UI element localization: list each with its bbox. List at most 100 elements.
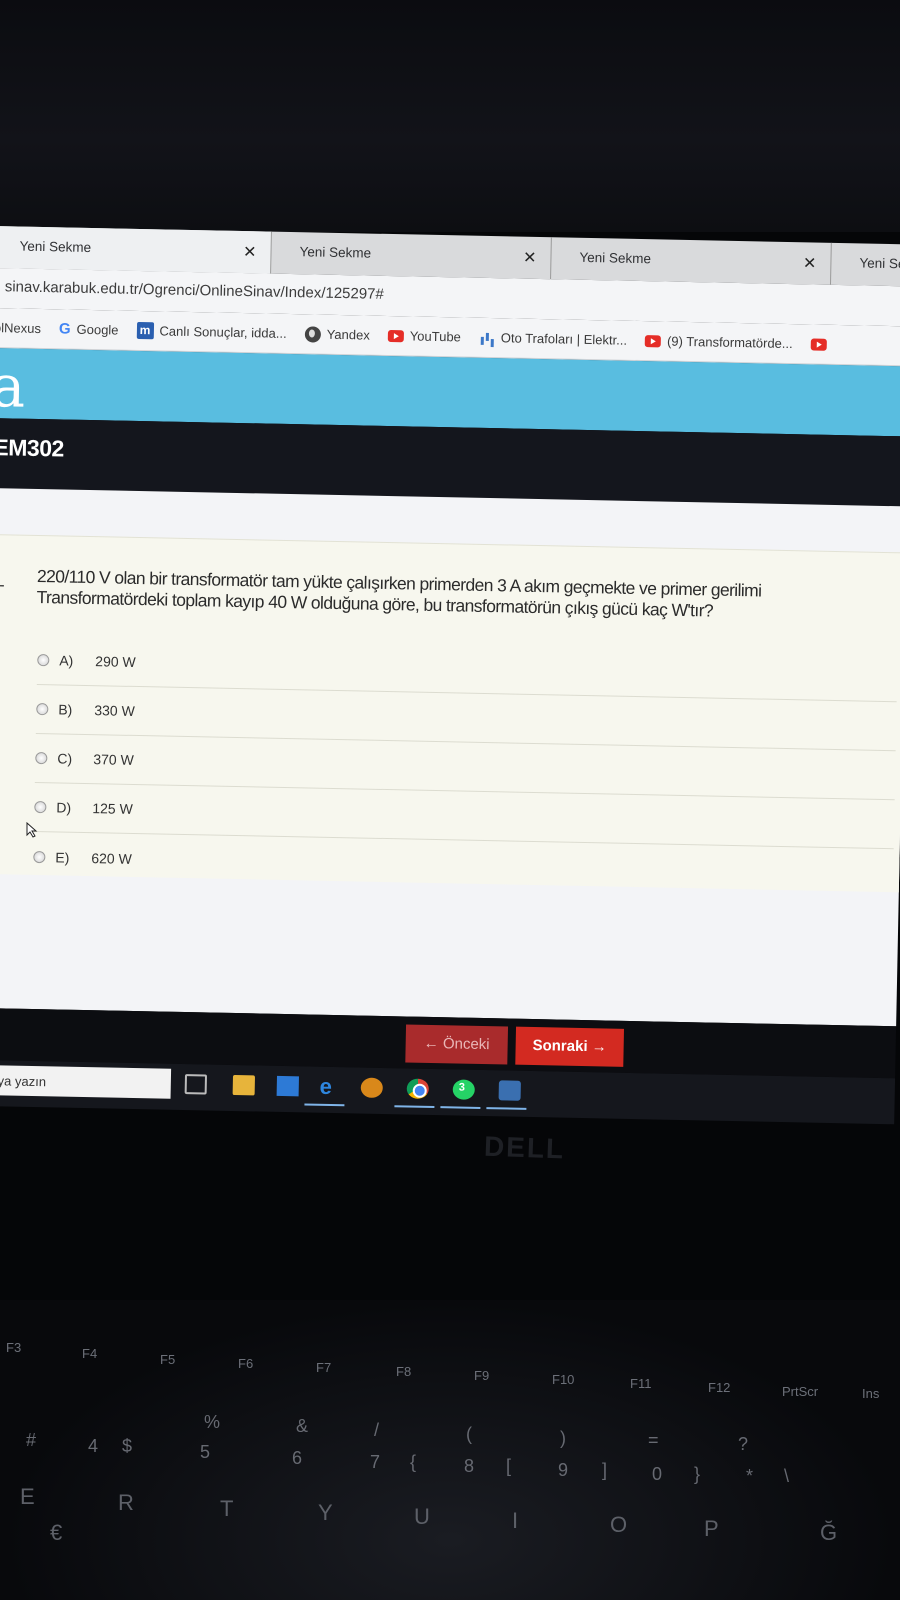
radio-button[interactable]: [35, 751, 48, 765]
bookmark-label: olNexus: [0, 320, 42, 337]
key-7-shift: /: [374, 1420, 380, 1440]
task-view-icon[interactable]: [184, 1074, 208, 1095]
option-letter: A): [59, 652, 74, 669]
youtube-icon: [644, 334, 662, 347]
key-f4: F4: [82, 1346, 98, 1361]
bookmark-youtube[interactable]: YouTube: [387, 328, 462, 345]
monitor-bezel: [0, 0, 900, 232]
key-6: 6: [292, 1448, 303, 1468]
next-button[interactable]: Sonraki →: [515, 1026, 625, 1067]
close-icon[interactable]: ✕: [243, 242, 257, 262]
key-f6: F6: [238, 1356, 254, 1371]
key-y: Y: [318, 1500, 333, 1525]
key-f11: F11: [630, 1376, 652, 1391]
key-o: O: [610, 1512, 628, 1537]
active-indicator: [394, 1105, 435, 1109]
dell-logo: DELL: [483, 1130, 566, 1165]
laptop-keyboard: F3 F4 F5 F6 F7 F8 F9 F10 F11 F12 PrtScr …: [0, 1300, 900, 1600]
key-f12: F12: [708, 1380, 731, 1395]
close-icon[interactable]: ✕: [523, 248, 537, 268]
key-9: 9: [558, 1460, 569, 1480]
previous-button[interactable]: ← Önceki: [405, 1024, 509, 1065]
chrome-icon[interactable]: [406, 1078, 429, 1099]
bookmark-label: (9) Transformatörde...: [666, 333, 793, 352]
radio-button[interactable]: [37, 653, 50, 667]
radio-button[interactable]: [34, 800, 47, 814]
question-panel: 1 - 220/110 V olan bir transformatör tam…: [0, 533, 900, 893]
key-star-shift: ?: [738, 1434, 749, 1454]
bookmark-yandex[interactable]: Yandex: [304, 325, 370, 343]
key-i: I: [512, 1508, 519, 1533]
app-icon[interactable]: [360, 1077, 383, 1099]
option-value: 370 W: [93, 751, 134, 768]
tab-1[interactable]: Yeni Sekme ✕: [0, 226, 272, 274]
key-0-shift: =: [648, 1430, 659, 1450]
course-code: IEM302: [0, 433, 65, 462]
tab-3[interactable]: Yeni Sekme ✕: [551, 237, 832, 285]
key-3: #: [26, 1430, 37, 1450]
key-8-altgr: [: [506, 1456, 512, 1476]
messenger-icon[interactable]: [498, 1080, 521, 1101]
bookmark-google[interactable]: G Google: [59, 320, 119, 338]
bookmark-olnexus[interactable]: olNexus: [0, 320, 41, 336]
question-text: 220/110 V olan bir transformatör tam yük…: [36, 566, 900, 626]
search-placeholder: uraya yazın: [0, 1072, 47, 1090]
chart-icon: [479, 330, 495, 344]
taskbar-search-input[interactable]: uraya yazın: [0, 1064, 172, 1099]
key-4: 4: [88, 1436, 99, 1456]
option-letter: B): [58, 701, 73, 718]
tab-4[interactable]: Yeni Se: [830, 242, 900, 287]
option-value: 330 W: [94, 702, 135, 719]
key-f3: F3: [6, 1340, 22, 1355]
radio-button[interactable]: [36, 702, 49, 716]
tab-label: Yeni Se: [859, 255, 900, 272]
site-logo: a: [0, 352, 27, 421]
option-value: 620 W: [91, 849, 132, 867]
mail-icon[interactable]: [276, 1075, 299, 1097]
edge-icon[interactable]: e: [315, 1074, 337, 1099]
key-f8: F8: [396, 1364, 412, 1379]
key-8: 8: [464, 1456, 475, 1476]
key-5: 5: [200, 1442, 211, 1462]
mackolik-icon: m: [136, 321, 154, 340]
close-icon[interactable]: ✕: [803, 253, 817, 273]
key-7: 7: [370, 1452, 381, 1472]
key-euro: €: [50, 1520, 63, 1545]
key-e: E: [20, 1484, 35, 1509]
radio-button[interactable]: [33, 850, 46, 863]
youtube-icon: [810, 337, 827, 351]
mouse-cursor-icon: [26, 822, 38, 838]
key-7-altgr: {: [410, 1452, 417, 1472]
bookmark-label: Google: [76, 321, 119, 338]
bookmark-label: YouTube: [409, 328, 462, 345]
option-letter: C): [57, 750, 73, 767]
active-indicator: [486, 1107, 527, 1110]
key-6-shift: &: [296, 1416, 309, 1436]
key-9-shift: ): [560, 1428, 566, 1448]
tab-2[interactable]: Yeni Sekme ✕: [271, 231, 552, 280]
screen: Yeni Sekme ✕ Yeni Sekme ✕ Yeni Sekme ✕ Y…: [0, 226, 900, 1144]
bookmark-canli-sonuclar[interactable]: m Canlı Sonuçlar, idda...: [136, 321, 287, 342]
key-g-breve: Ğ: [820, 1520, 838, 1545]
notification-badge: 3: [458, 1081, 466, 1094]
key-ins: Ins: [862, 1386, 880, 1401]
bookmark-overflow[interactable]: [810, 337, 827, 351]
key-r: R: [118, 1490, 134, 1515]
file-explorer-icon[interactable]: [232, 1075, 256, 1096]
whatsapp-icon[interactable]: 3: [452, 1079, 475, 1100]
key-0-altgr: }: [694, 1464, 701, 1484]
google-icon: G: [58, 320, 71, 338]
bookmark-oto-trafolari[interactable]: Oto Trafoları | Elektr...: [479, 330, 627, 348]
bookmark-transformator-video[interactable]: (9) Transformatörde...: [644, 333, 793, 352]
question-number: 1 -: [0, 575, 5, 595]
key-star: *: [746, 1466, 754, 1486]
key-p: P: [704, 1516, 719, 1541]
option-letter: E): [55, 848, 70, 866]
answer-options: A) 290 W B) 330 W C) 370 W D) 125 W E) 6…: [33, 636, 898, 898]
tab-label: Yeni Sekme: [19, 238, 92, 255]
option-value: 290 W: [95, 653, 136, 670]
exam-content: 1 - 220/110 V olan bir transformatör tam…: [0, 487, 900, 1027]
active-indicator: [304, 1103, 345, 1107]
key-f5: F5: [160, 1352, 176, 1367]
youtube-icon: [387, 329, 404, 342]
